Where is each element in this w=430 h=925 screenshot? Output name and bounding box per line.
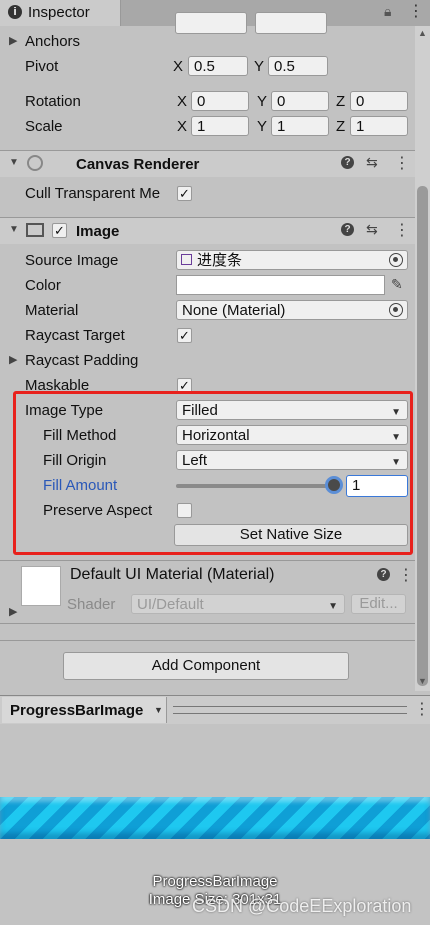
partial-fields xyxy=(175,12,410,34)
scroll-up-icon[interactable]: ▲ xyxy=(418,28,427,38)
highlight-box xyxy=(13,391,413,555)
source-image-label: Source Image xyxy=(25,252,119,269)
object-picker-icon[interactable] xyxy=(389,303,403,317)
watermark: CSDN @CodeEExploration xyxy=(192,896,412,916)
raycast-padding-label[interactable]: Raycast Padding xyxy=(25,352,138,370)
add-component-label: Add Component xyxy=(151,657,261,674)
material-field[interactable]: None (Material) xyxy=(176,300,408,320)
image-enabled-checkbox[interactable]: ✓ xyxy=(52,223,67,238)
rotation-z-field[interactable]: 0 xyxy=(350,91,408,111)
caption-line-1: ProgressBarImage xyxy=(152,873,278,890)
scale-y-axis: Y xyxy=(257,118,268,135)
preview-title: ProgressBarImage xyxy=(10,702,144,719)
material-title: Default UI Material (Material) xyxy=(70,566,275,583)
rotation-y-field[interactable]: 0 xyxy=(271,91,329,111)
help-icon[interactable]: ? xyxy=(341,223,354,236)
pivot-y-field[interactable]: 0.5 xyxy=(268,56,328,76)
pivot-x-field[interactable]: 0.5 xyxy=(188,56,248,76)
material-menu-icon[interactable]: ⋮ xyxy=(398,565,414,585)
cull-transparent-label: Cull Transparent Me xyxy=(25,185,161,202)
rot-x-axis: X xyxy=(177,93,188,110)
tab-inspector[interactable]: i Inspector xyxy=(0,0,121,26)
material-section-divider xyxy=(0,560,415,561)
foldout-icon[interactable]: ▼ xyxy=(9,224,19,235)
shader-dropdown: UI/Default xyxy=(131,594,345,614)
rotation-x-field[interactable]: 0 xyxy=(191,91,249,111)
color-label: Color xyxy=(25,277,61,294)
scale-x-axis: X xyxy=(177,118,188,135)
scroll-down-icon[interactable]: ▼ xyxy=(418,676,427,686)
raycast-target-checkbox[interactable]: ✓ xyxy=(177,328,192,343)
anchors-label[interactable]: Anchors xyxy=(25,33,80,51)
tab-title: Inspector xyxy=(28,4,90,21)
edit-label: Edit... xyxy=(359,595,398,612)
help-icon[interactable]: ? xyxy=(377,568,390,581)
cull-transparent-checkbox[interactable]: ✓ xyxy=(177,186,192,201)
scale-label: Scale xyxy=(25,118,63,135)
anchors-foldout-icon[interactable]: ▶ xyxy=(9,34,17,47)
eyedropper-icon[interactable]: ✎ xyxy=(391,276,403,293)
pivot-label: Pivot xyxy=(25,58,59,75)
preview-menu-icon[interactable]: ⋮ xyxy=(414,699,430,719)
image-component-icon xyxy=(26,223,44,237)
scrollbar-thumb[interactable] xyxy=(417,186,428,686)
raycast-target-label: Raycast Target xyxy=(25,327,125,344)
material-value: None (Material) xyxy=(182,302,286,319)
image-title: Image xyxy=(76,223,120,240)
canvas-renderer-icon xyxy=(27,155,43,171)
material-foldout-icon[interactable]: ▶ xyxy=(9,605,17,618)
pivot-y-axis: Y xyxy=(254,58,265,75)
progress-bar-image xyxy=(0,797,430,839)
drag-handle[interactable] xyxy=(173,706,407,714)
scale-y-field[interactable]: 1 xyxy=(271,116,329,136)
canvas-renderer-header[interactable]: ▼ Canvas Renderer ? ⇆ ⋮ xyxy=(0,150,415,177)
image-header[interactable]: ▼ ✓ Image ? ⇆ ⋮ xyxy=(0,217,415,244)
preview-title-dropdown[interactable]: ProgressBarImage ▼ xyxy=(2,697,167,723)
material-label: Material xyxy=(25,302,79,319)
preview-header: ProgressBarImage ▼ ⋮ xyxy=(0,695,430,725)
help-icon[interactable]: ? xyxy=(341,156,354,169)
component-menu-icon[interactable]: ⋮ xyxy=(394,153,410,173)
edit-shader-button: Edit... xyxy=(351,594,406,614)
object-picker-icon[interactable] xyxy=(389,253,403,267)
canvas-renderer-title: Canvas Renderer xyxy=(76,156,200,173)
add-component-button[interactable]: Add Component xyxy=(63,652,349,680)
rot-y-axis: Y xyxy=(257,93,268,110)
shader-label: Shader xyxy=(67,596,116,613)
section-divider xyxy=(0,623,415,624)
scrollbar-track[interactable]: ▲ ▼ xyxy=(415,26,430,691)
sprite-icon xyxy=(181,254,192,265)
material-preview-thumbnail xyxy=(21,566,61,606)
component-menu-icon[interactable]: ⋮ xyxy=(394,220,410,240)
settings-sliders-icon[interactable]: ⇆ xyxy=(366,221,378,238)
menu-icon[interactable]: ⋮ xyxy=(408,1,424,21)
chevron-down-icon: ▼ xyxy=(154,705,163,715)
lock-icon[interactable]: 🔒︎ xyxy=(384,3,391,20)
scale-x-field[interactable]: 1 xyxy=(191,116,249,136)
raycast-padding-foldout-icon[interactable]: ▶ xyxy=(9,353,17,366)
pivot-x-axis: X xyxy=(173,58,184,75)
color-swatch[interactable] xyxy=(176,275,385,295)
scale-z-field[interactable]: 1 xyxy=(350,116,408,136)
source-image-value: 进度条 xyxy=(197,252,243,269)
info-icon: i xyxy=(8,5,22,19)
section-divider xyxy=(0,640,415,641)
scale-z-axis: Z xyxy=(336,118,346,135)
rotation-label: Rotation xyxy=(25,93,81,110)
foldout-icon[interactable]: ▼ xyxy=(9,157,19,168)
source-image-field[interactable]: 进度条 xyxy=(176,250,408,270)
rot-z-axis: Z xyxy=(336,93,346,110)
settings-sliders-icon[interactable]: ⇆ xyxy=(366,154,378,171)
